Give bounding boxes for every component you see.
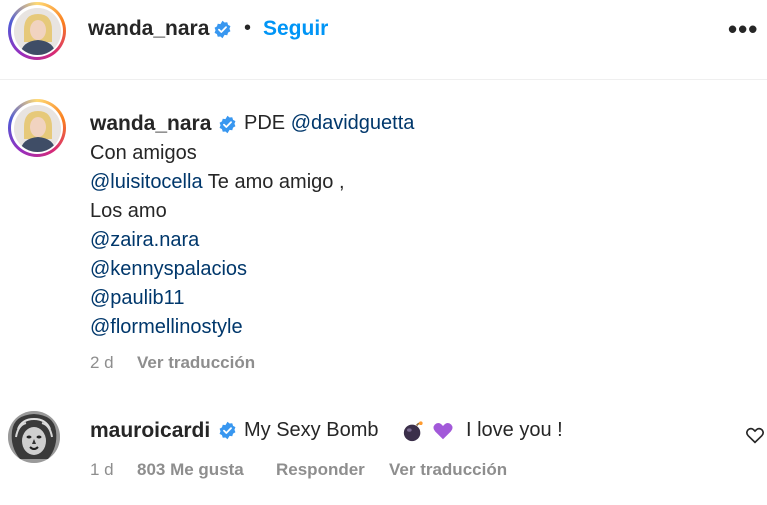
commenter-avatar[interactable]	[8, 411, 60, 463]
more-options-icon[interactable]: •••	[728, 16, 758, 42]
mention-link[interactable]: @luisitocella	[90, 171, 203, 193]
caption-line: Con amigos	[90, 142, 197, 164]
purple-heart-emoji-icon	[433, 422, 453, 440]
header-separator: •	[244, 17, 252, 39]
post-header: wanda_nara • Seguir •••	[0, 0, 767, 80]
mention-link[interactable]: @kennyspalacios	[90, 258, 247, 281]
caption-line: Los amo	[90, 200, 167, 222]
comment-text-before: My Sexy Bomb	[244, 419, 379, 441]
bomb-emoji-icon	[403, 421, 423, 442]
comment-translate-button[interactable]: Ver traducción	[389, 460, 507, 480]
caption-first-line-text: PDE	[244, 112, 291, 134]
mention-link[interactable]: @paulib11	[90, 287, 184, 310]
instagram-post-comments: wanda_nara • Seguir ••• wanda_nara PDE @…	[0, 0, 767, 505]
follow-button[interactable]: Seguir	[263, 17, 328, 41]
caption-line: @luisitocella Te amo amigo ,	[90, 171, 345, 194]
mention-link[interactable]: @flormellinostyle	[90, 316, 243, 339]
verified-badge-icon	[219, 115, 236, 134]
comment-username[interactable]: mauroicardi	[90, 419, 210, 443]
comment-time: 1 d	[90, 460, 114, 479]
reply-button[interactable]: Responder	[276, 460, 365, 480]
like-heart-icon[interactable]	[745, 426, 765, 444]
caption-author-avatar[interactable]	[8, 99, 66, 157]
comment-text-after: I love you !	[466, 419, 563, 441]
mention-link[interactable]: @davidguetta	[291, 112, 415, 134]
verified-badge-icon	[214, 20, 231, 39]
comment-likes[interactable]: 803 Me gusta	[137, 460, 244, 480]
header-username[interactable]: wanda_nara	[88, 17, 209, 41]
caption-username[interactable]: wanda_nara	[90, 112, 211, 136]
verified-badge-icon	[219, 421, 236, 440]
caption-first-line: PDE @davidguetta	[244, 112, 414, 135]
translate-button[interactable]: Ver traducción	[137, 353, 255, 373]
caption-time: 2 d	[90, 353, 114, 372]
caption-line-suffix: Te amo amigo ,	[202, 171, 345, 193]
mention-link[interactable]: @zaira.nara	[90, 229, 199, 252]
author-avatar[interactable]	[8, 2, 66, 60]
